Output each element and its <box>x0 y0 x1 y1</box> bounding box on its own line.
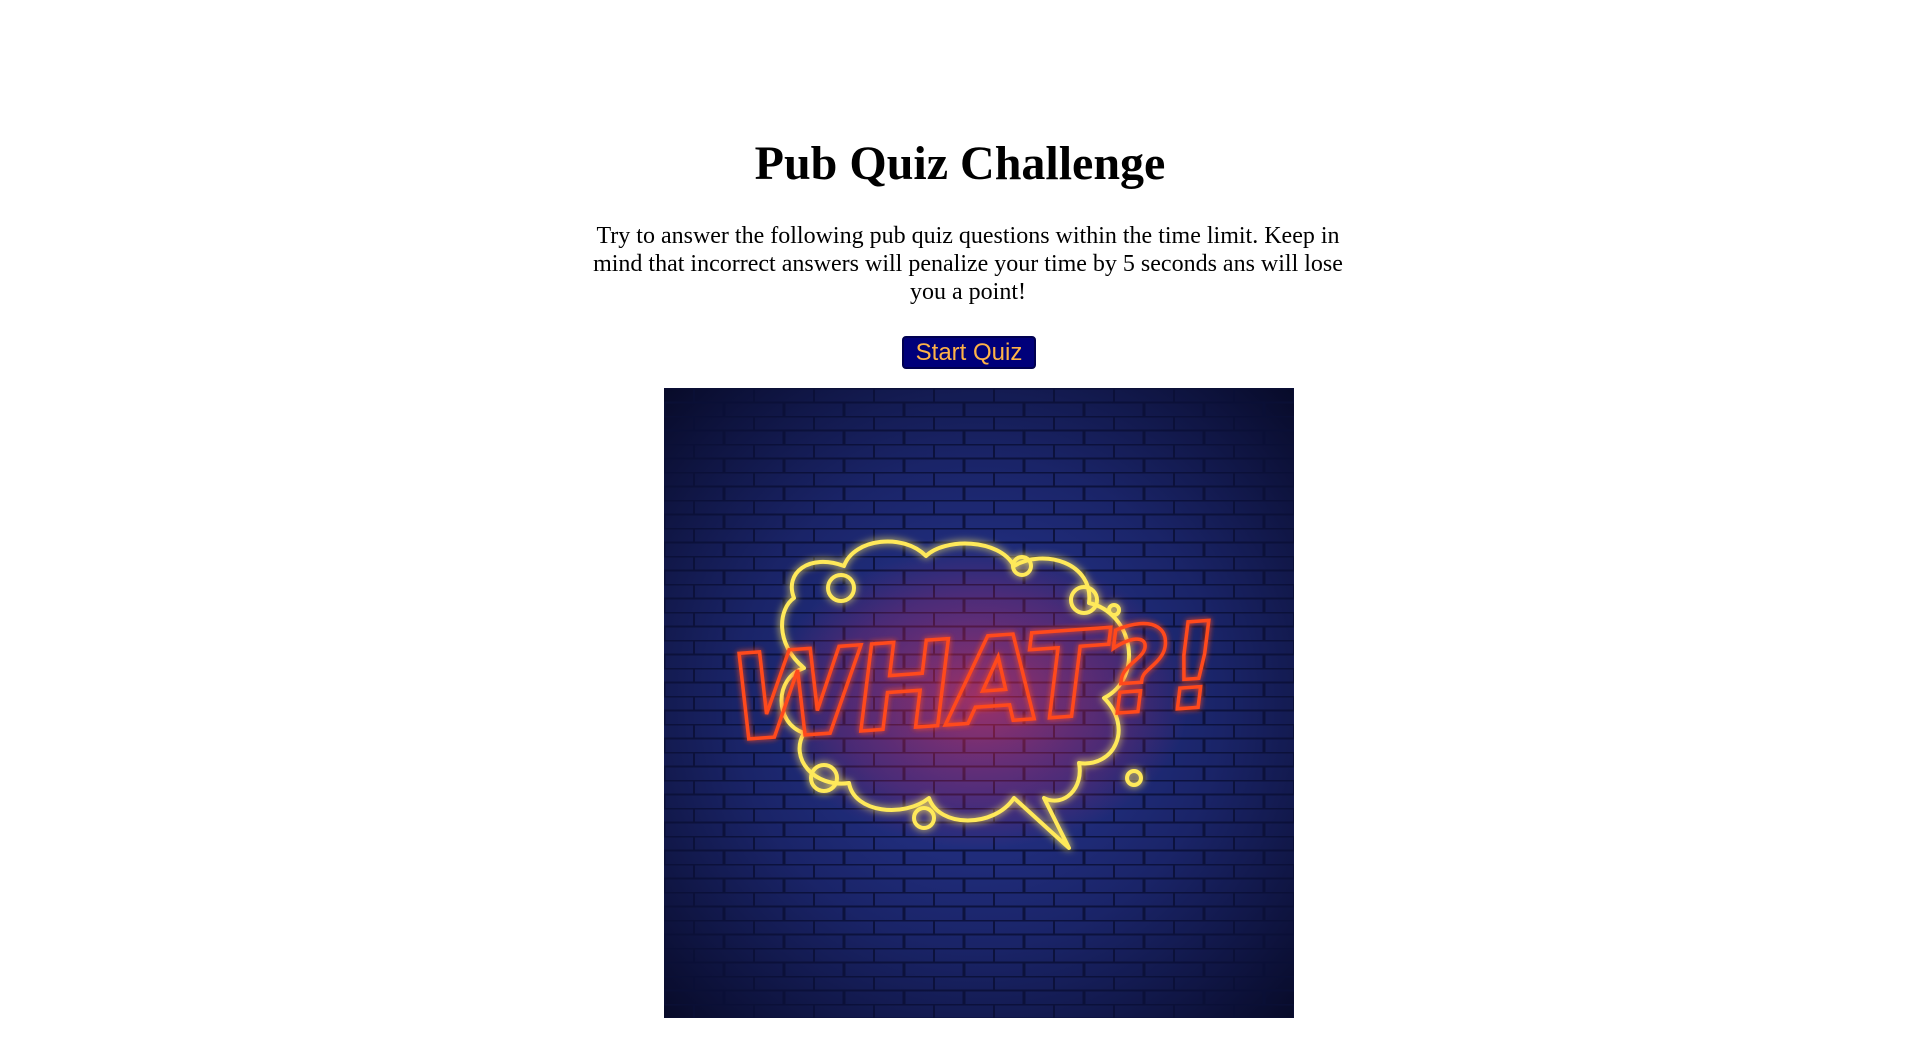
page-title: Pub Quiz Challenge <box>754 137 1166 190</box>
start-quiz-button[interactable]: Start Quiz <box>902 336 1036 369</box>
neon-what-image: WHAT?! <box>664 388 1294 1018</box>
intro-text: Try to answer the following pub quiz que… <box>593 223 1343 305</box>
